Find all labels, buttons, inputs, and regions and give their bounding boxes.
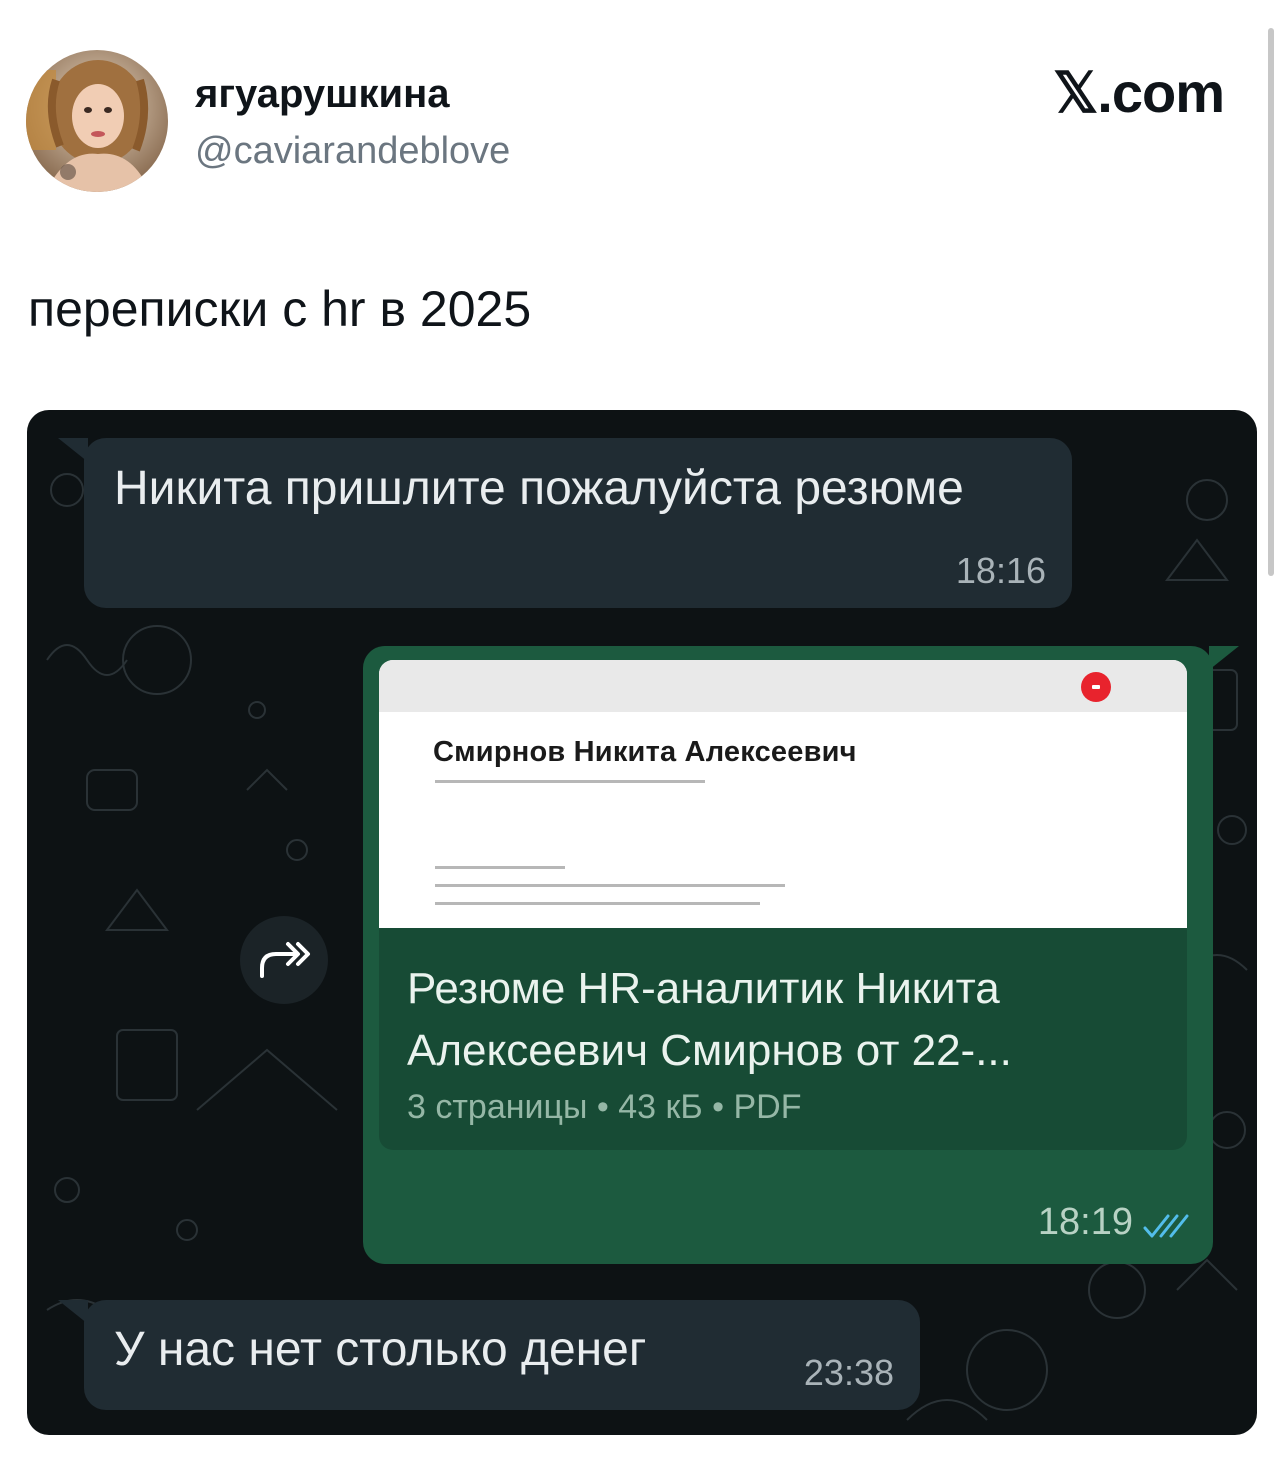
incoming-message[interactable]: Никита пришлите пожалуйста резюме 18:16 <box>58 438 1072 608</box>
preview-text-line <box>435 866 565 869</box>
read-double-check-icon <box>1143 1214 1189 1238</box>
bubble-tail <box>58 1300 88 1324</box>
site-label: 𝕏.com <box>1053 61 1225 124</box>
author-handle[interactable]: @caviarandeblove <box>195 130 510 173</box>
bubble-tail <box>1209 646 1239 670</box>
document-title: Резюме HR-аналитик Никита Алексеевич Сми… <box>407 964 1012 1075</box>
avatar[interactable] <box>26 50 168 192</box>
outgoing-document-message[interactable]: Смирнов Никита Алексеевич Резюме HR-анал… <box>363 646 1239 1264</box>
chat-screenshot: Никита пришлите пожалуйста резюме 18:16 … <box>27 410 1257 1435</box>
forward-icon <box>260 942 310 978</box>
preview-header-band <box>379 660 1187 712</box>
pdf-badge-icon <box>1081 672 1111 702</box>
bubble-tail <box>58 438 88 462</box>
avatar-image <box>26 50 168 192</box>
author-name[interactable]: ягуарушкина <box>195 72 449 117</box>
message-text: Никита пришлите пожалуйста резюме <box>114 462 964 515</box>
document-preview[interactable]: Смирнов Никита Алексеевич <box>379 660 1187 928</box>
preview-text-line <box>435 902 760 905</box>
preview-text-line <box>435 780 705 783</box>
document-meta: 3 страницы • 43 кБ • PDF <box>407 1088 802 1126</box>
message-time: 18:19 <box>1037 1201 1133 1243</box>
message-time: 18:16 <box>955 550 1046 591</box>
message-time: 23:38 <box>803 1352 894 1393</box>
message-text: У нас нет столько денег <box>114 1323 647 1376</box>
forward-button[interactable] <box>240 916 328 1004</box>
post-text: переписки с hr в 2025 <box>28 281 532 337</box>
scrollbar[interactable] <box>1268 28 1274 576</box>
incoming-message[interactable]: У нас нет столько денег 23:38 <box>58 1300 920 1410</box>
preview-name: Смирнов Никита Алексеевич <box>433 736 857 768</box>
document-info[interactable]: Резюме HR-аналитик Никита Алексеевич Сми… <box>379 928 1187 1150</box>
preview-text-line <box>435 884 785 887</box>
